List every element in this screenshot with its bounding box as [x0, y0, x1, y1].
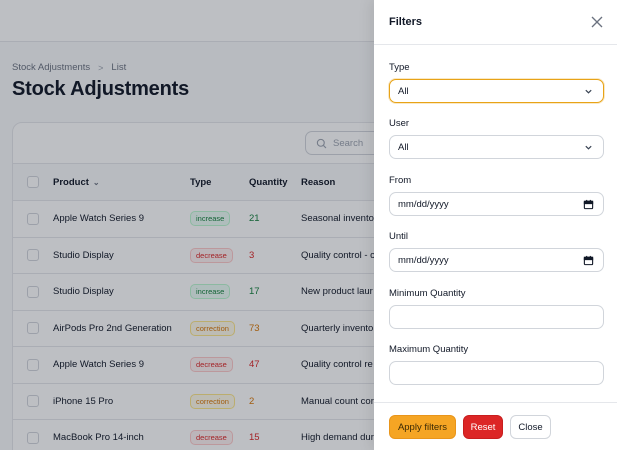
filters-footer: Apply filters Reset Close — [374, 402, 617, 450]
user-select-value: All — [398, 141, 409, 153]
chevron-down-icon — [585, 89, 592, 94]
from-date-placeholder: mm/dd/yyyy — [398, 198, 449, 210]
until-date-input[interactable]: mm/dd/yyyy — [389, 248, 604, 272]
user-filter-label: User — [389, 118, 410, 129]
min-quantity-input[interactable] — [389, 305, 604, 329]
reset-button[interactable]: Reset — [463, 415, 503, 439]
max-quantity-input[interactable] — [389, 361, 604, 385]
filters-panel: Filters Type All User All From mm/dd/yyy… — [374, 0, 617, 450]
close-icon[interactable] — [590, 15, 604, 29]
type-select-value: All — [398, 85, 409, 97]
user-select[interactable]: All — [389, 135, 604, 159]
apply-filters-button[interactable]: Apply filters — [389, 415, 456, 439]
filters-title: Filters — [389, 16, 423, 28]
calendar-icon[interactable] — [583, 255, 594, 266]
until-date-placeholder: mm/dd/yyyy — [398, 254, 449, 266]
from-date-input[interactable]: mm/dd/yyyy — [389, 192, 604, 216]
calendar-icon[interactable] — [583, 199, 594, 210]
until-date-label: Until — [389, 231, 409, 242]
close-button[interactable]: Close — [510, 415, 551, 439]
min-quantity-label: Minimum Quantity — [389, 288, 466, 299]
from-date-label: From — [389, 175, 412, 186]
filters-header: Filters — [374, 0, 617, 45]
chevron-down-icon — [585, 145, 592, 150]
type-select[interactable]: All — [389, 79, 604, 103]
max-quantity-label: Maximum Quantity — [389, 344, 469, 355]
type-filter-label: Type — [389, 62, 410, 73]
